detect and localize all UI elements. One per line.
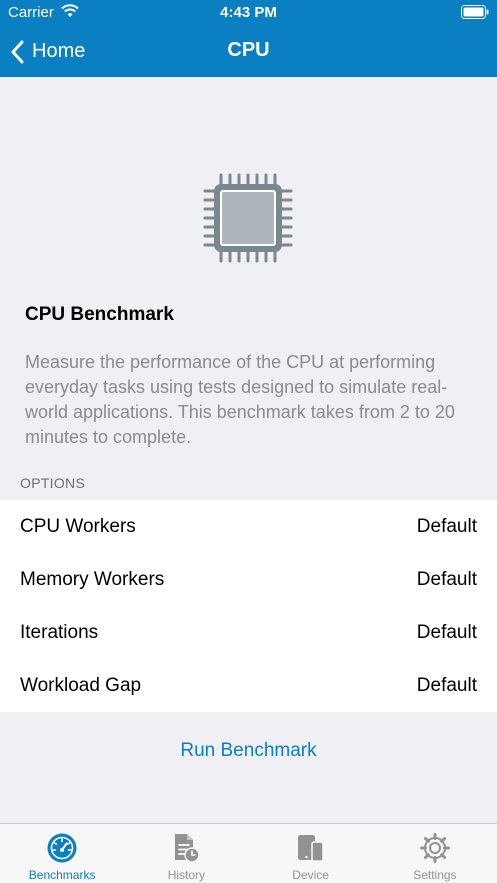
- option-iterations[interactable]: Iterations Default: [0, 606, 497, 659]
- tab-label: History: [167, 868, 206, 882]
- tab-label: Settings: [413, 868, 457, 882]
- speedometer-icon: [47, 833, 77, 863]
- tab-label: Device: [292, 868, 329, 882]
- navigation-bar: Home CPU: [0, 26, 497, 77]
- device-icon: [297, 835, 324, 862]
- tab-benchmarks[interactable]: Benchmarks: [0, 824, 124, 883]
- options-list: CPU Workers Default Memory Workers Defau…: [0, 500, 497, 712]
- run-benchmark-button[interactable]: Run Benchmark: [0, 740, 497, 762]
- battery-icon: [461, 5, 489, 19]
- tab-settings[interactable]: Settings: [373, 824, 497, 883]
- option-value: Default: [416, 674, 477, 696]
- cpu-chip-icon: [203, 173, 293, 263]
- tab-bar: Benchmarks History Device Settings: [0, 823, 497, 883]
- benchmark-title: CPU Benchmark: [25, 304, 174, 325]
- history-document-icon: [175, 834, 201, 863]
- option-cpu-workers[interactable]: CPU Workers Default: [0, 500, 497, 553]
- option-workload-gap[interactable]: Workload Gap Default: [0, 659, 497, 712]
- option-label: CPU Workers: [20, 515, 136, 537]
- option-label: Workload Gap: [20, 674, 142, 696]
- status-bar: Carrier 4:43 PM: [0, 0, 497, 26]
- option-memory-workers[interactable]: Memory Workers Default: [0, 553, 497, 606]
- option-value: Default: [416, 621, 477, 643]
- option-value: Default: [416, 568, 477, 590]
- option-value: Default: [416, 515, 477, 537]
- benchmark-description: Measure the performance of the CPU at pe…: [25, 352, 455, 447]
- tab-label: Benchmarks: [28, 868, 96, 882]
- option-label: Memory Workers: [20, 568, 165, 590]
- tab-device[interactable]: Device: [249, 824, 373, 883]
- status-time: 4:43 PM: [220, 4, 277, 21]
- page-title: CPU: [227, 39, 270, 61]
- options-section-header: OPTIONS: [20, 475, 86, 491]
- tab-history[interactable]: History: [124, 824, 248, 883]
- gear-icon: [419, 833, 450, 863]
- option-label: Iterations: [20, 621, 99, 643]
